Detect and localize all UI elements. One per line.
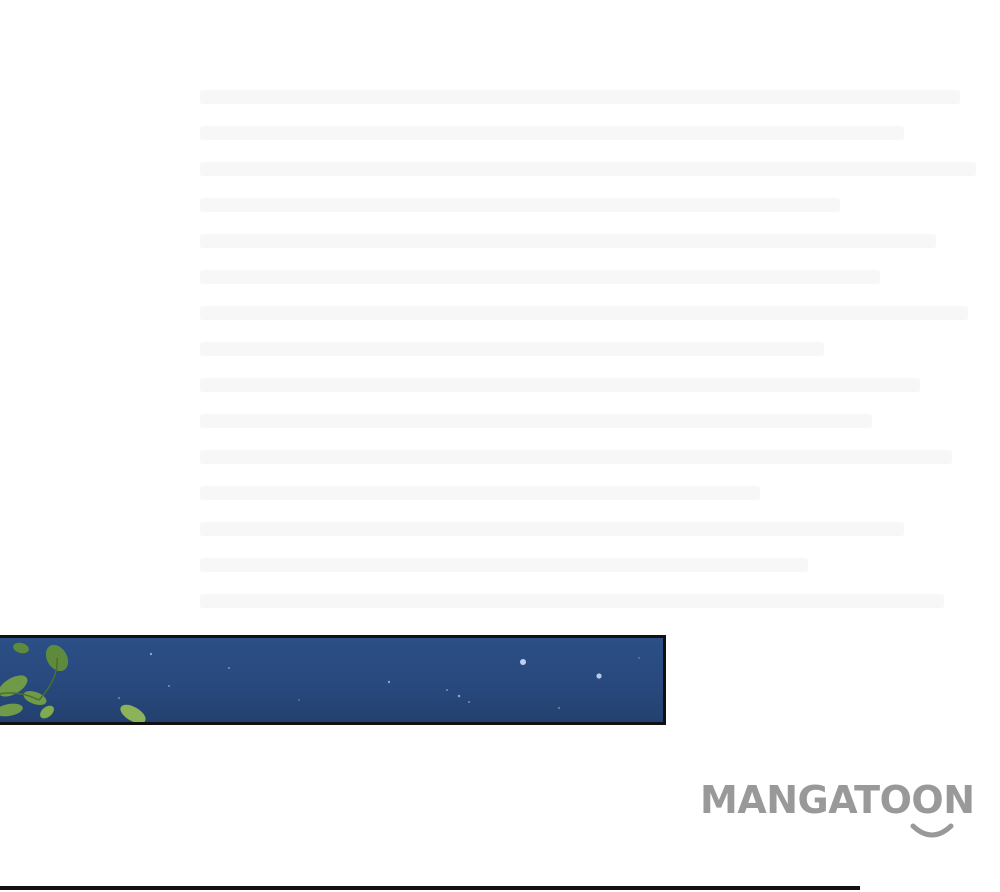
mangatoon-watermark: MANGATOON bbox=[700, 778, 1000, 844]
watermark-text: MANGATOON bbox=[700, 778, 975, 822]
night-sky-panel bbox=[0, 635, 666, 725]
night-sky-illustration bbox=[0, 642, 640, 722]
panel-border-line bbox=[0, 886, 860, 890]
smile-icon bbox=[910, 823, 954, 838]
leaves bbox=[0, 642, 146, 722]
faint-background-texture bbox=[200, 90, 1000, 650]
stars bbox=[118, 652, 640, 709]
manga-page: MANGATOON bbox=[0, 0, 1000, 892]
